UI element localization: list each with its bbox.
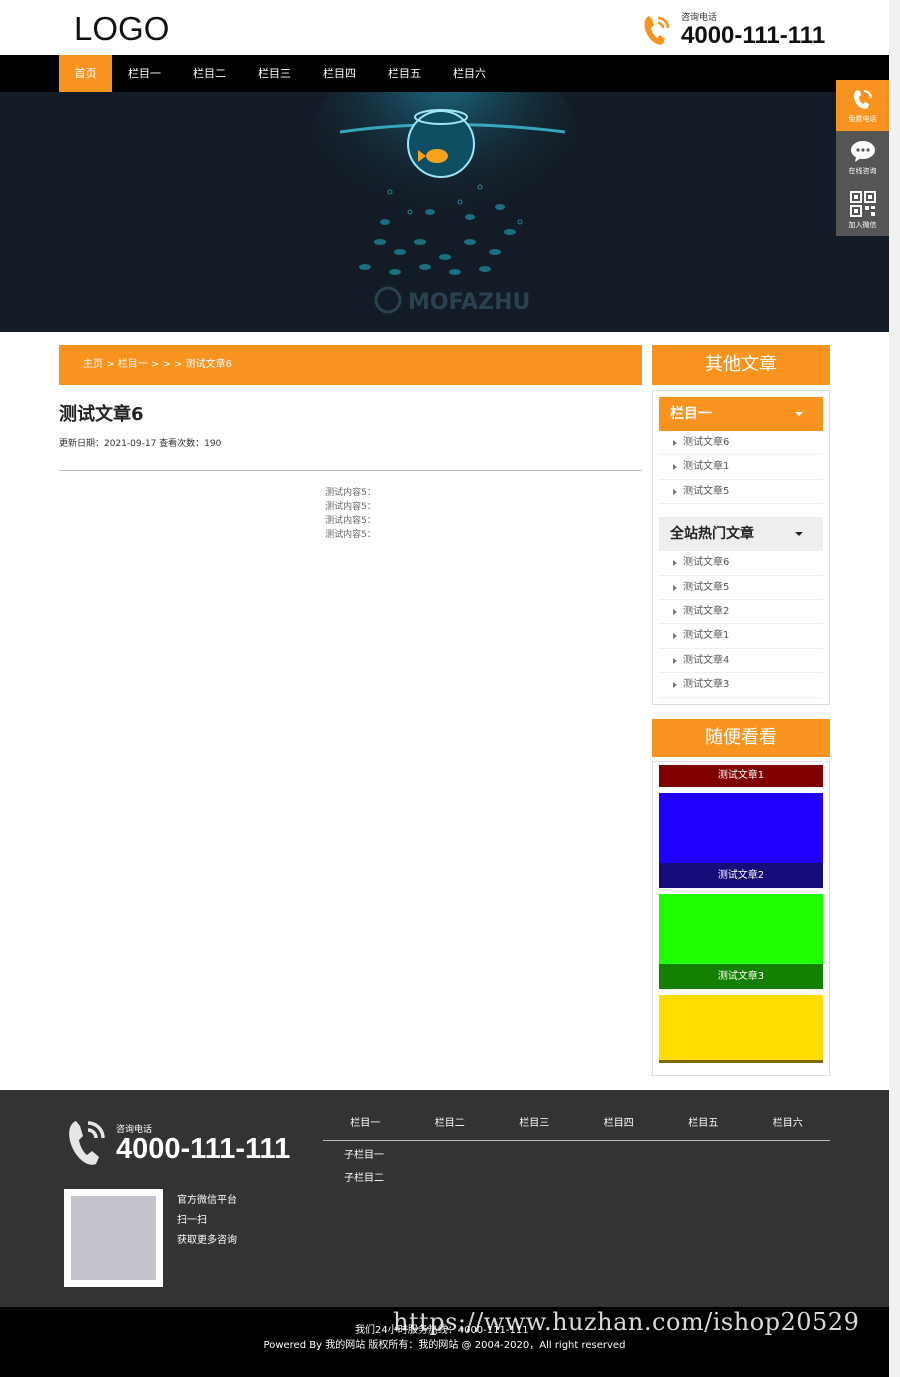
- category-title: 栏目一: [670, 406, 712, 422]
- sidebar: 其他文章 栏目一 测试文章6 测试文章1 测试文章5 全站热门文章 测试文章6 …: [652, 345, 830, 1076]
- list-item[interactable]: 测试文章1: [659, 455, 823, 480]
- nav-item-3[interactable]: 栏目三: [242, 55, 307, 92]
- list-item[interactable]: 测试文章5: [659, 480, 823, 505]
- float-online-chat-label: 在线咨询: [848, 167, 877, 175]
- hot-list: 测试文章6 测试文章5 测试文章2 测试文章1 测试文章4 测试文章3: [659, 551, 823, 698]
- footer-nav-item[interactable]: 栏目二: [408, 1112, 493, 1140]
- nav-item-4[interactable]: 栏目四: [307, 55, 372, 92]
- thumbnail: [659, 893, 823, 964]
- qr-caption-line: 扫一扫: [177, 1215, 207, 1226]
- caret-down-icon: [795, 412, 803, 416]
- qr-caption: 官方微信平台 扫一扫 获取更多咨询: [177, 1191, 237, 1251]
- phone-icon: [853, 90, 872, 109]
- thumbnail: [659, 994, 823, 1063]
- divider: [59, 470, 642, 471]
- footer: 咨询电话 4000-111-111 官方微信平台 扫一扫 获取更多咨询 栏目一 …: [0, 1090, 889, 1307]
- nav-item-1[interactable]: 栏目一: [112, 55, 177, 92]
- random-card-caption: 测试文章1: [659, 764, 823, 787]
- list-item[interactable]: 测试文章1: [659, 624, 823, 649]
- footer-sub-nav: 子栏目一 子栏目二: [344, 1144, 384, 1190]
- list-item[interactable]: 测试文章4: [659, 649, 823, 674]
- thumbnail: [659, 792, 823, 863]
- article-area: 主页 > 栏目一 > > > 测试文章6 测试文章6 更新日期：2021-09-…: [59, 345, 642, 542]
- footer-nav: 栏目一 栏目二 栏目三 栏目四 栏目五 栏目六: [323, 1112, 830, 1141]
- random-card[interactable]: 测试文章3: [659, 893, 823, 989]
- footer-nav-item[interactable]: 栏目三: [492, 1112, 577, 1140]
- header: LOGO 咨询电话 4000-111-111: [0, 0, 889, 55]
- float-wechat-label: 加入微信: [848, 221, 877, 229]
- article-line: 测试内容5：: [325, 502, 376, 512]
- footer-nav-item[interactable]: 栏目六: [746, 1112, 831, 1140]
- qr-caption-line: 获取更多咨询: [177, 1235, 237, 1246]
- logo[interactable]: LOGO: [74, 10, 169, 48]
- random-card[interactable]: 测试文章2: [659, 792, 823, 888]
- article-line: 测试内容5：: [325, 488, 376, 498]
- phone-icon: [69, 1121, 105, 1165]
- random-card[interactable]: 测试文章1: [659, 764, 823, 787]
- sidebar-lists: 栏目一 测试文章6 测试文章1 测试文章5 全站热门文章 测试文章6 测试文章5…: [652, 390, 830, 705]
- float-online-chat[interactable]: 在线咨询: [836, 132, 889, 184]
- article-meta: 更新日期：2021-09-17 查看次数：190: [59, 439, 222, 449]
- footer-nav-item[interactable]: 栏目五: [661, 1112, 746, 1140]
- footer-sub-item[interactable]: 子栏目二: [344, 1167, 384, 1190]
- breadcrumb[interactable]: 主页 > 栏目一 > > > 测试文章6: [59, 345, 642, 385]
- nav-item-2[interactable]: 栏目二: [177, 55, 242, 92]
- watermark: https://www.huzhan.com/ishop20529: [393, 1308, 860, 1336]
- footer-nav-item[interactable]: 栏目四: [577, 1112, 662, 1140]
- qr-code-icon: [849, 191, 876, 217]
- list-item[interactable]: 测试文章3: [659, 673, 823, 698]
- category-toggle[interactable]: 栏目一: [659, 397, 823, 431]
- article-line: 测试内容5：: [325, 516, 376, 526]
- article-body: 测试内容5： 测试内容5： 测试内容5： 测试内容5：: [59, 486, 642, 542]
- caret-down-icon: [795, 532, 803, 537]
- article-line: 测试内容5：: [325, 530, 376, 540]
- footer-hotline-number: 4000-111-111: [116, 1132, 291, 1165]
- float-toolbar: 免费电话 在线咨询 加入微信: [836, 80, 889, 236]
- footer-hotline: 咨询电话 4000-111-111: [64, 1115, 290, 1169]
- random-list: 测试文章1 测试文章2 测试文章3: [652, 760, 830, 1076]
- banner-brand: MOFAZHU: [408, 290, 530, 315]
- hot-title: 全站热门文章: [670, 526, 754, 543]
- nav-home[interactable]: 首页: [59, 55, 112, 92]
- footer-nav-item[interactable]: 栏目一: [323, 1112, 408, 1140]
- random-card-caption: 测试文章2: [659, 862, 823, 888]
- page: LOGO 咨询电话 4000-111-111 首页 栏目一 栏目二 栏目三 栏目…: [0, 0, 889, 1377]
- wechat-qr-code: [64, 1189, 163, 1287]
- header-hotline: 咨询电话 4000-111-111: [641, 12, 825, 48]
- hotline-number: 4000-111-111: [681, 21, 826, 49]
- nav-item-6[interactable]: 栏目六: [437, 55, 502, 92]
- copyright-line: Powered By 我的网站 版权所有：我的网站 @ 2004-2020，Al…: [263, 1340, 626, 1351]
- random-card[interactable]: [659, 994, 823, 1063]
- banner-illustration: MOFAZHU: [0, 92, 889, 332]
- nav-item-5[interactable]: 栏目五: [372, 55, 437, 92]
- float-free-call-label: 免费电话: [848, 115, 877, 123]
- float-wechat[interactable]: 加入微信: [836, 184, 889, 236]
- phone-icon: [644, 16, 670, 45]
- category-list: 测试文章6 测试文章1 测试文章5: [659, 431, 823, 505]
- main-nav: 首页 栏目一 栏目二 栏目三 栏目四 栏目五 栏目六: [0, 55, 889, 92]
- random-card-caption: 测试文章3: [659, 963, 823, 989]
- chat-icon: [850, 141, 875, 162]
- list-item[interactable]: 测试文章2: [659, 600, 823, 625]
- random-heading: 随便看看: [652, 718, 830, 757]
- qr-caption-line: 官方微信平台: [177, 1195, 237, 1206]
- sidebar-heading: 其他文章: [652, 345, 830, 385]
- footer-sub-item[interactable]: 子栏目一: [344, 1144, 384, 1167]
- list-item[interactable]: 测试文章5: [659, 576, 823, 600]
- article-title: 测试文章6: [59, 404, 144, 425]
- hot-toggle[interactable]: 全站热门文章: [659, 517, 823, 552]
- scrollbar[interactable]: [889, 0, 900, 1377]
- float-free-call[interactable]: 免费电话: [836, 80, 889, 132]
- list-item[interactable]: 测试文章6: [659, 431, 823, 456]
- banner[interactable]: MOFAZHU: [0, 92, 889, 332]
- list-item[interactable]: 测试文章6: [659, 551, 823, 576]
